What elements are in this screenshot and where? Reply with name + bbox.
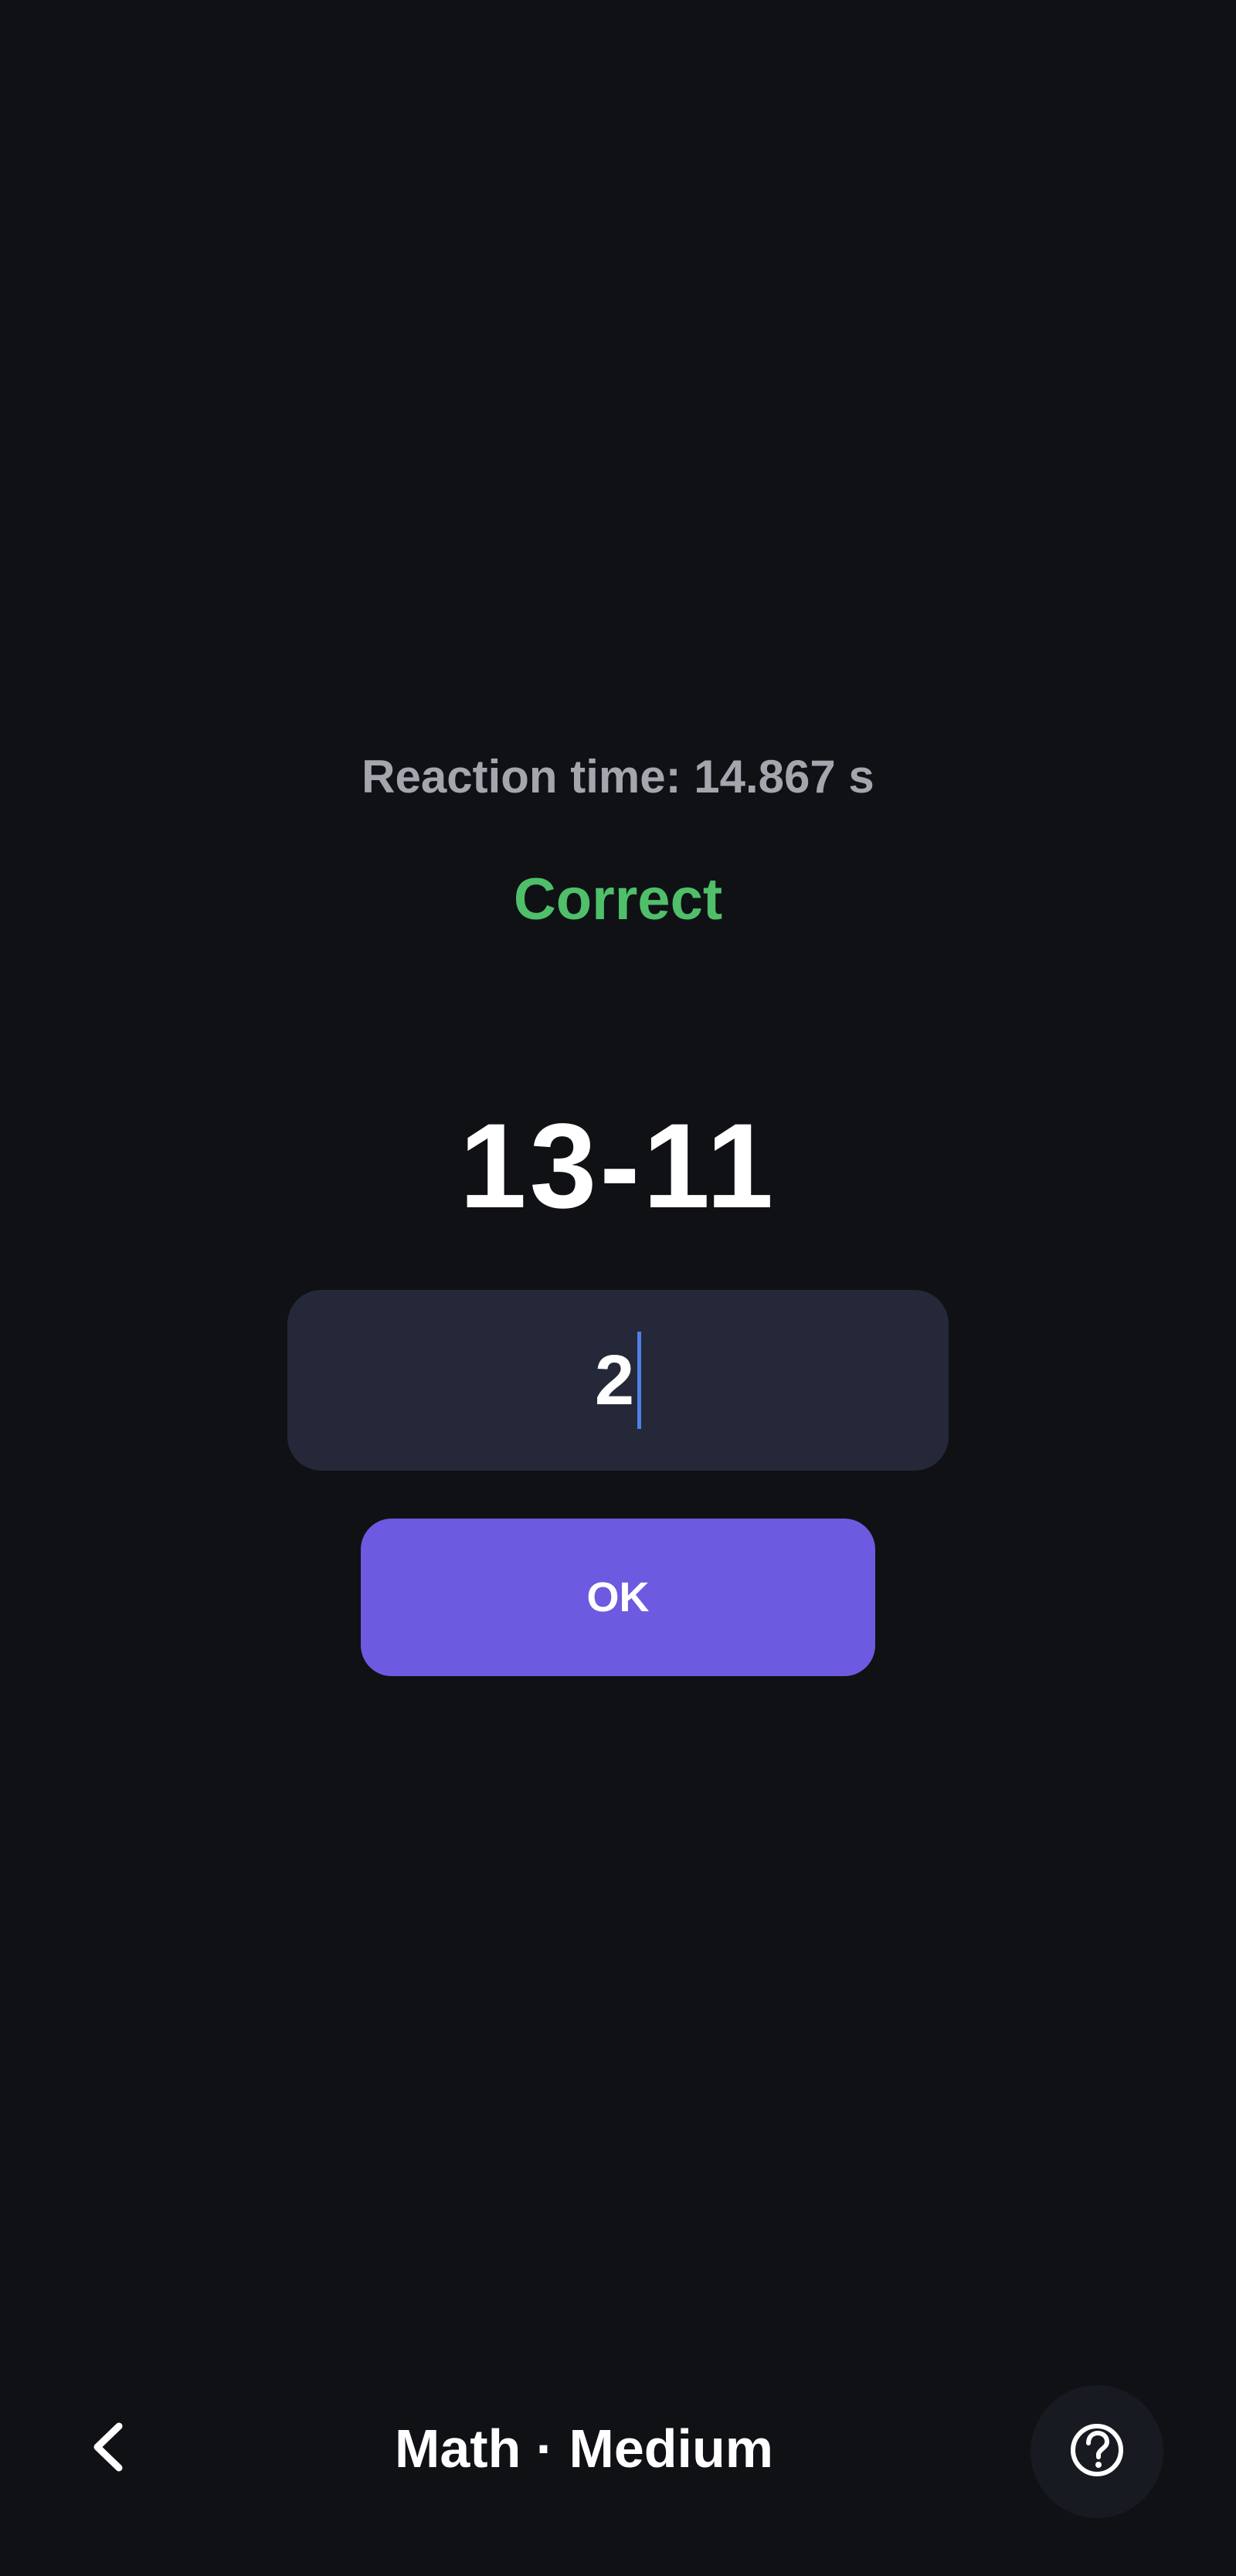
help-button[interactable] <box>1031 2385 1163 2518</box>
help-circle-icon <box>1066 2419 1128 2485</box>
answer-value: 2 <box>594 1341 635 1420</box>
answer-input[interactable]: 2 <box>287 1290 949 1471</box>
reaction-time-text: Reaction time: 14.867 s <box>362 751 874 803</box>
ok-button[interactable]: OK <box>361 1519 875 1676</box>
text-cursor <box>637 1332 642 1429</box>
screen-title: Math · Medium <box>395 2418 773 2479</box>
reaction-math-screen: Reaction time: 14.867 s Correct 13-11 2 … <box>0 0 1236 2576</box>
math-problem: 13-11 <box>459 1099 777 1234</box>
bottom-bar: Math · Medium <box>0 2379 1236 2534</box>
result-status: Correct <box>513 867 723 932</box>
